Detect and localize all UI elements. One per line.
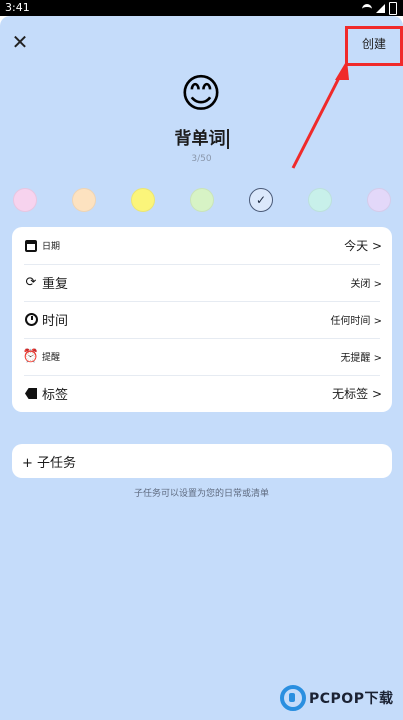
add-subtask-label: + 子任务 (22, 455, 77, 471)
battery-icon (389, 1, 397, 15)
close-icon[interactable]: ✕ (10, 32, 30, 52)
task-options-card: 日期 今天 > ⟳ 重复 关闭 > 时间 任何时间 > ⏰ 提醒 无提醒 > 标… (12, 227, 392, 412)
repeat-icon: ⟳ (25, 274, 37, 290)
option-date-value: 今天 > (344, 239, 382, 253)
create-task-sheet: ✕ 创建 😊 背单词 3/50 ✓ 日期 今天 > ⟳ 重复 关闭 > 时间 任… (0, 16, 403, 720)
option-reminder-label: 提醒 (42, 353, 61, 363)
option-time-label: 时间 (42, 314, 69, 329)
option-date-label: 日期 (42, 242, 61, 252)
create-button-label: 创建 (361, 37, 386, 51)
status-icons (362, 0, 397, 16)
task-title-text: 背单词 (174, 129, 226, 149)
option-repeat-value: 关闭 > (350, 279, 382, 290)
status-time: 3:41 (5, 1, 30, 14)
tag-icon (24, 387, 38, 401)
option-tags-value: 无标签 > (332, 387, 382, 401)
option-tags-label: 标签 (42, 388, 69, 403)
clock-icon (24, 313, 38, 327)
option-time-value: 任何时间 > (330, 316, 382, 327)
signal-icon (376, 3, 385, 13)
option-repeat-label: 重复 (42, 277, 69, 292)
color-swatch-pink[interactable] (13, 188, 37, 212)
text-cursor (226, 129, 229, 149)
char-counter: 3/50 (191, 154, 212, 164)
watermark-text: PCPOP下载 (309, 691, 394, 707)
color-swatch-peach[interactable] (72, 188, 96, 212)
watermark-logo-icon (280, 685, 306, 711)
option-reminder[interactable]: ⏰ 提醒 无提醒 > (12, 338, 392, 375)
status-bar: 3:41 (0, 0, 403, 16)
task-title-input[interactable]: 背单词 (0, 124, 403, 149)
wifi-icon (362, 3, 372, 13)
calendar-icon (24, 239, 38, 253)
option-repeat[interactable]: ⟳ 重复 关闭 > (12, 264, 392, 301)
subtask-hint: 子任务可以设置为您的日常或清单 (133, 489, 269, 499)
add-subtask-button[interactable]: + 子任务 (12, 444, 392, 478)
color-picker: ✓ (13, 188, 393, 214)
color-swatch-blue-selected[interactable]: ✓ (249, 188, 273, 212)
watermark: PCPOP下载 (280, 683, 393, 713)
color-swatch-lavender[interactable] (367, 188, 391, 212)
option-date[interactable]: 日期 今天 > (12, 227, 392, 264)
option-time[interactable]: 时间 任何时间 > (12, 301, 392, 338)
color-swatch-yellow[interactable] (131, 188, 155, 212)
option-reminder-value: 无提醒 > (340, 353, 382, 364)
color-swatch-mint[interactable] (308, 188, 332, 212)
color-swatch-green[interactable] (190, 188, 214, 212)
alarm-icon: ⏰ (22, 348, 40, 364)
option-tags[interactable]: 标签 无标签 > (12, 375, 392, 412)
task-emoji-icon[interactable]: 😊 (178, 71, 224, 117)
check-icon: ✓ (255, 193, 267, 207)
